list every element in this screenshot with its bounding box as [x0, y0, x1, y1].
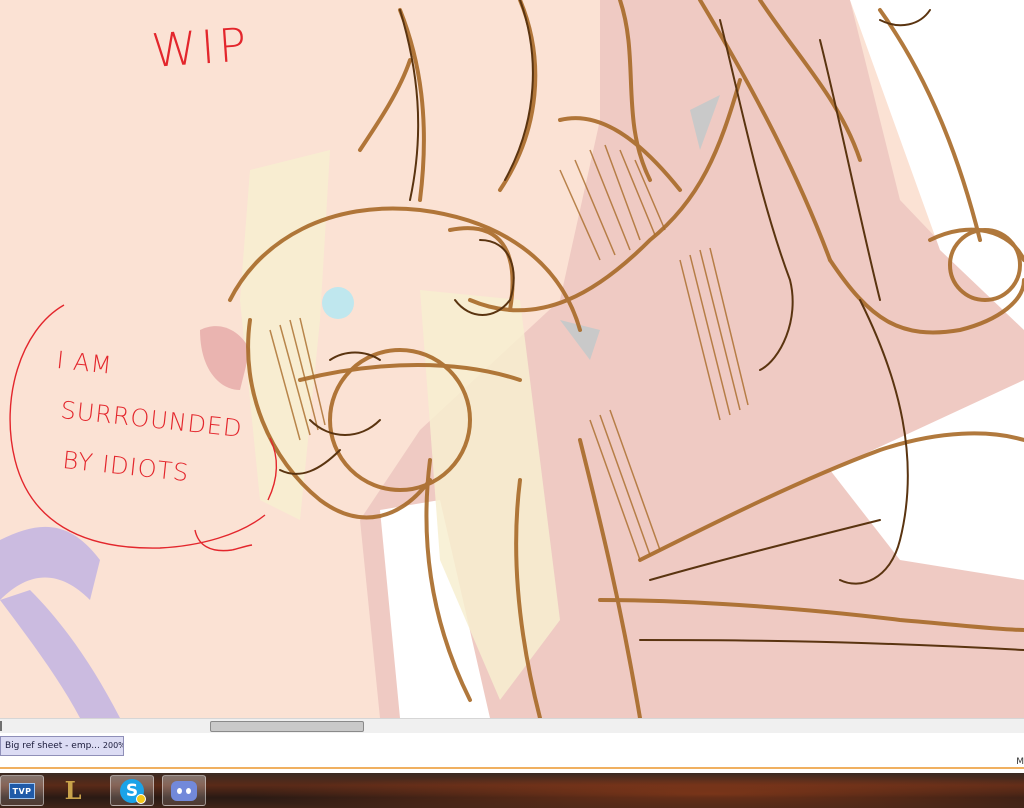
taskbar-skype-button[interactable]: S — [110, 775, 154, 806]
accent-divider — [0, 767, 1024, 769]
windows-taskbar: TVP L S — [0, 773, 1024, 808]
speech-line-1: I AM — [55, 346, 114, 380]
discord-icon — [171, 781, 197, 801]
document-bar: Big ref sheet - emp... 200% M — [0, 733, 1024, 774]
wip-annotation: WIP — [149, 17, 253, 78]
scrollbar-thumb[interactable] — [210, 721, 364, 732]
league-of-legends-icon: L — [64, 775, 82, 805]
tvpaint-icon: TVP — [9, 783, 35, 799]
taskbar-tvpaint-button[interactable]: TVP — [0, 775, 44, 806]
horizontal-scrollbar[interactable] — [0, 718, 1024, 733]
skype-status-dot — [136, 794, 146, 804]
document-zoom-level: 200% — [102, 741, 124, 750]
document-tab-label: Big ref sheet - emp... — [5, 741, 100, 751]
skype-icon: S — [120, 779, 146, 804]
status-corner-text: M — [1016, 757, 1024, 767]
scrollbar-start-marker — [0, 721, 2, 731]
taskbar-discord-button[interactable] — [162, 775, 206, 806]
taskbar-league-of-legends-button[interactable]: L — [52, 775, 96, 806]
sketch-artwork — [0, 0, 1024, 718]
document-tab[interactable]: Big ref sheet - emp... 200% — [0, 736, 124, 756]
wallpaper-glow — [240, 773, 1024, 808]
drawing-canvas[interactable]: WIP I AM SURROUNDED BY IDIOTS — [0, 0, 1024, 718]
